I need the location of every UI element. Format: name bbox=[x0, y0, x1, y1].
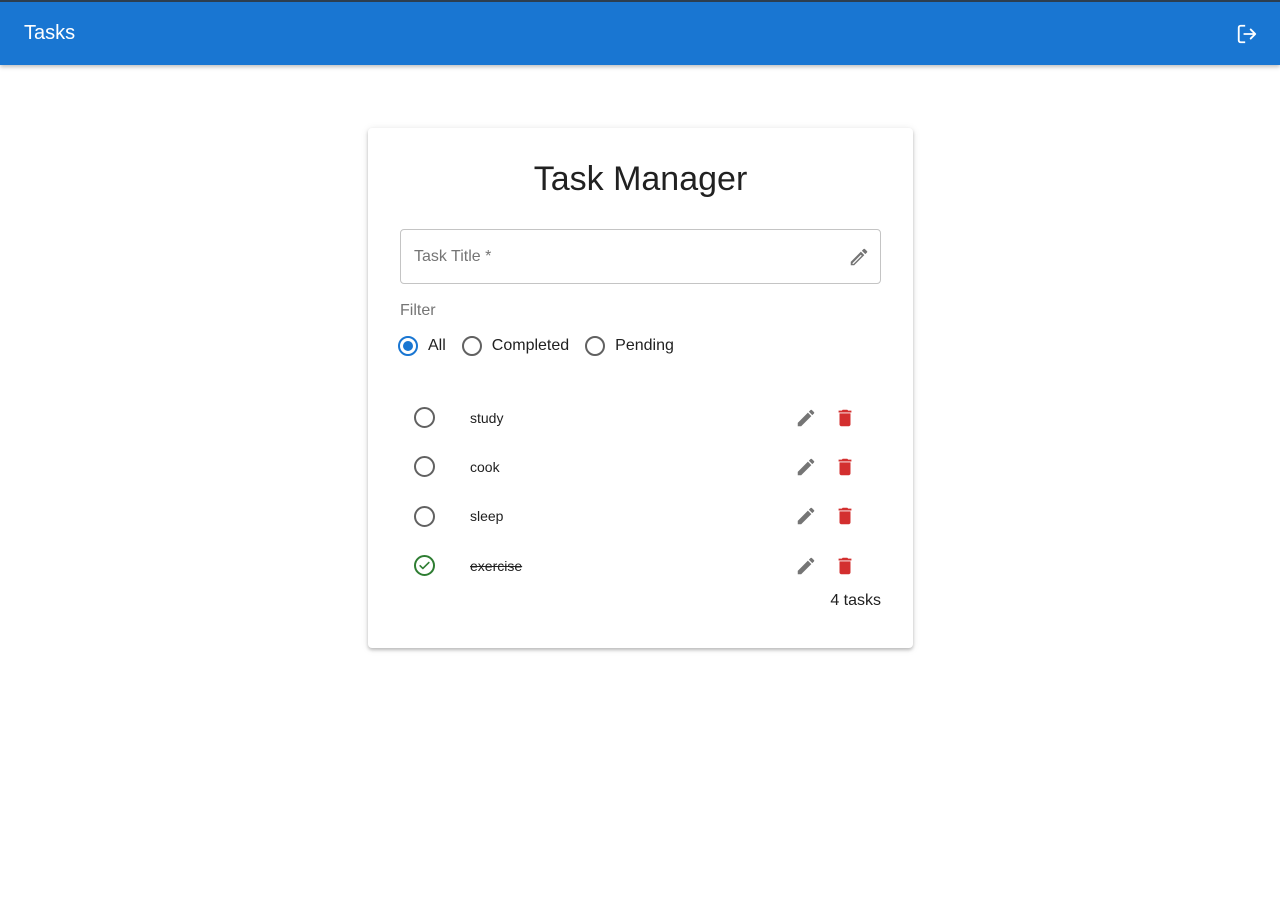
trash-icon[interactable] bbox=[834, 456, 856, 478]
pencil-icon[interactable] bbox=[848, 246, 870, 268]
task-complete-toggle[interactable] bbox=[414, 456, 435, 478]
trash-icon[interactable] bbox=[834, 407, 856, 429]
pencil-icon[interactable] bbox=[795, 407, 817, 429]
task-complete-toggle[interactable] bbox=[414, 407, 435, 429]
task-count: 4 tasks bbox=[830, 592, 881, 610]
task-title: cook bbox=[470, 458, 500, 475]
logout-button[interactable] bbox=[1234, 21, 1260, 47]
task-list: study cook sleep exercise bbox=[400, 393, 881, 590]
pencil-icon[interactable] bbox=[795, 505, 817, 527]
task-complete-toggle[interactable] bbox=[414, 505, 435, 527]
filter-option-label: All bbox=[428, 337, 446, 354]
trash-icon[interactable] bbox=[834, 555, 856, 577]
task-title-field[interactable] bbox=[400, 229, 881, 284]
task-row: sleep bbox=[400, 492, 881, 541]
app-title: Tasks bbox=[24, 22, 76, 44]
logout-icon bbox=[1237, 24, 1257, 43]
task-row: study bbox=[400, 393, 881, 442]
filter-radio-group: All Completed Pending bbox=[398, 334, 881, 358]
task-title-input[interactable] bbox=[401, 230, 880, 283]
task-title: study bbox=[470, 409, 504, 426]
filter-option-pending[interactable]: Pending bbox=[585, 336, 674, 356]
task-title: exercise bbox=[470, 557, 523, 574]
pencil-icon[interactable] bbox=[795, 555, 817, 577]
task-manager-card: Task Manager Filter All Completed Pendin… bbox=[368, 128, 913, 648]
app-bar: Tasks bbox=[0, 0, 1280, 65]
trash-icon[interactable] bbox=[834, 505, 856, 527]
pencil-icon[interactable] bbox=[795, 456, 817, 478]
check-icon bbox=[419, 561, 430, 570]
task-title: sleep bbox=[470, 508, 504, 525]
filter-option-completed[interactable]: Completed bbox=[461, 336, 570, 356]
radio-unselected-icon[interactable] bbox=[585, 336, 606, 356]
task-complete-toggle[interactable] bbox=[414, 555, 435, 577]
task-row: cook bbox=[400, 442, 881, 491]
page-title: Task Manager bbox=[533, 160, 748, 198]
radio-selected-icon[interactable] bbox=[398, 336, 418, 356]
filter-label: Filter bbox=[400, 302, 436, 319]
task-row: exercise bbox=[400, 541, 881, 590]
filter-option-label: Completed bbox=[491, 337, 570, 354]
radio-unselected-icon[interactable] bbox=[461, 336, 482, 356]
filter-option-all[interactable]: All bbox=[398, 336, 446, 356]
filter-option-label: Pending bbox=[615, 337, 674, 354]
